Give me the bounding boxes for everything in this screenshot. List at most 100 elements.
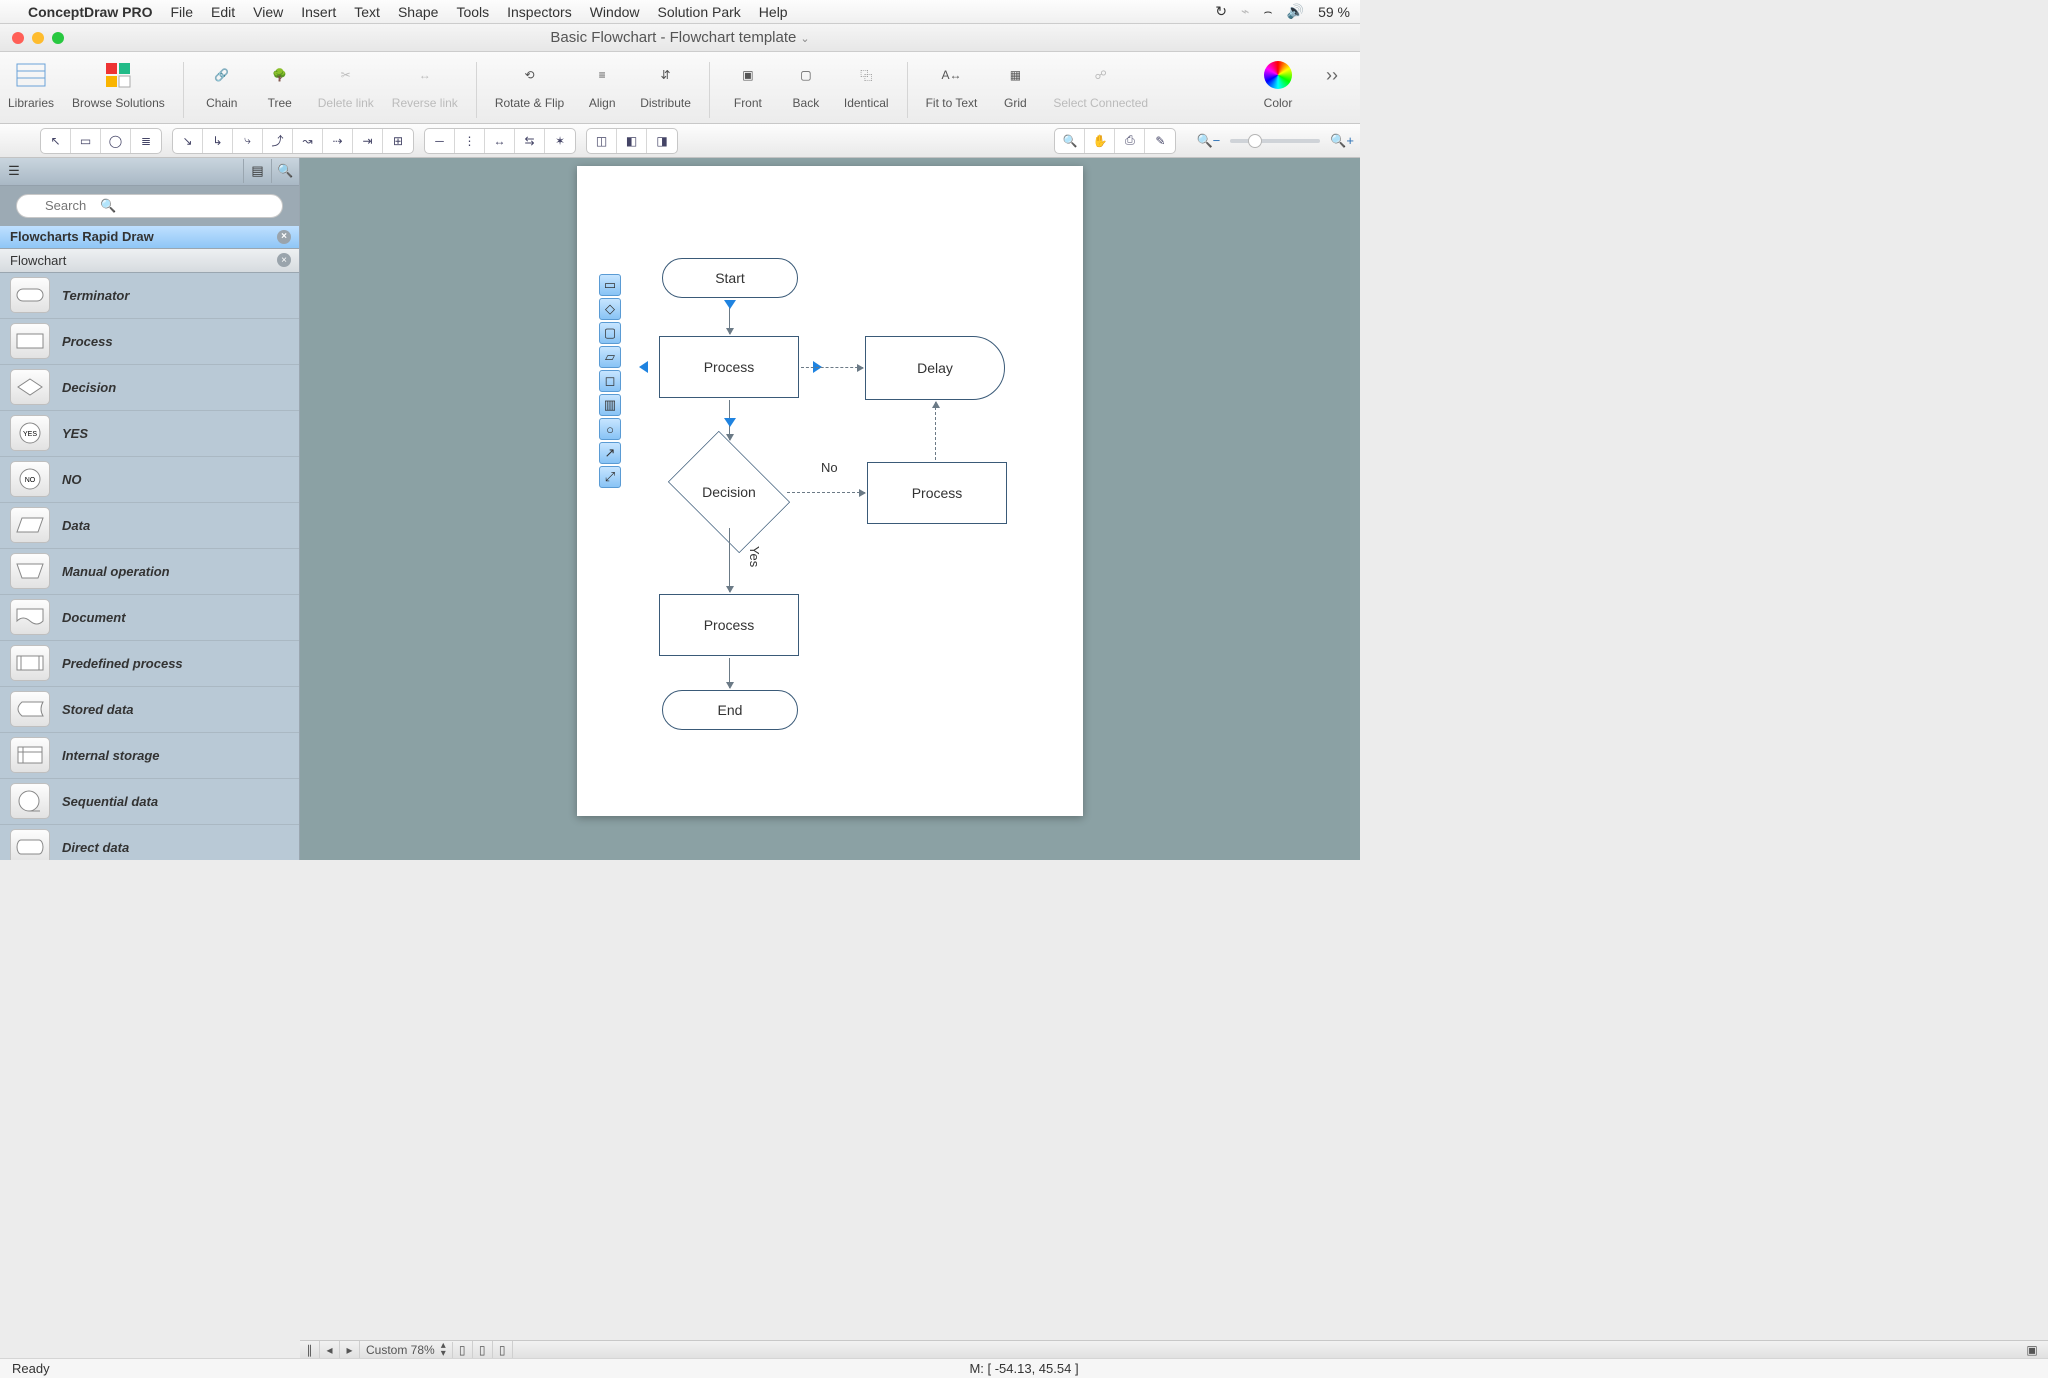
back-button[interactable]: ▢Back <box>786 58 826 110</box>
zoom-readout[interactable]: Custom 78% ▴▾ <box>360 1342 453 1358</box>
library-header-rapid[interactable]: Flowcharts Rapid Draw × <box>0 226 299 250</box>
pan-tool[interactable]: ✋ <box>1085 129 1115 153</box>
zoom-tool[interactable]: 🔍 <box>1055 129 1085 153</box>
zoom-out-icon[interactable]: 🔍− <box>1196 133 1220 149</box>
node-decision[interactable]: Decision <box>659 442 799 542</box>
libraries-button[interactable]: Libraries <box>8 58 54 110</box>
shape-direct-data[interactable]: Direct data <box>0 825 299 860</box>
connector-7[interactable]: ⇥ <box>353 129 383 153</box>
node-start[interactable]: Start <box>662 258 798 298</box>
menu-file[interactable]: File <box>170 4 193 20</box>
sidebar-search-input[interactable] <box>16 194 283 218</box>
node-2[interactable]: ◧ <box>617 129 647 153</box>
close-icon[interactable]: × <box>277 253 291 267</box>
prev-page-button[interactable]: ◂ <box>320 1341 340 1358</box>
color-button[interactable]: Color <box>1258 58 1298 110</box>
shape-sequential-data[interactable]: Sequential data <box>0 779 299 825</box>
node-1[interactable]: ◫ <box>587 129 617 153</box>
handle-down[interactable] <box>724 418 736 427</box>
shape-yes[interactable]: YESYES <box>0 411 299 457</box>
arrange-5[interactable]: ✶ <box>545 129 575 153</box>
grid-button[interactable]: ▦Grid <box>995 58 1035 110</box>
menu-solution-park[interactable]: Solution Park <box>658 4 741 20</box>
arrow-process2-delay[interactable] <box>935 402 936 460</box>
shape-stored-data[interactable]: Stored data <box>0 687 299 733</box>
zoom-slider-knob[interactable] <box>1248 134 1262 148</box>
rect-tool[interactable]: ▭ <box>71 129 101 153</box>
shape-document[interactable]: Document <box>0 595 299 641</box>
qp-diamond[interactable]: ◇ <box>599 298 621 320</box>
connector-5[interactable]: ↝ <box>293 129 323 153</box>
arrange-4[interactable]: ⇆ <box>515 129 545 153</box>
menu-help[interactable]: Help <box>759 4 788 20</box>
shape-internal-storage[interactable]: Internal storage <box>0 733 299 779</box>
fit-to-text-button[interactable]: A↔Fit to Text <box>926 58 978 110</box>
zoom-in-icon[interactable]: 🔍+ <box>1330 133 1354 149</box>
shape-predefined[interactable]: Predefined process <box>0 641 299 687</box>
chain-button[interactable]: 🔗Chain <box>202 58 242 110</box>
zoom-slider[interactable] <box>1230 139 1320 143</box>
qp-expand[interactable]: ⤢ <box>599 466 621 488</box>
arrange-3[interactable]: ↔ <box>485 129 515 153</box>
fit-page-icon[interactable]: ▣ <box>2016 1343 2048 1357</box>
pointer-tool[interactable]: ↖ <box>41 129 71 153</box>
sidebar-grid-view-icon[interactable]: ▤ <box>243 159 271 183</box>
arrow-decision-process3[interactable] <box>729 528 730 592</box>
shape-no[interactable]: NONO <box>0 457 299 503</box>
node-process-1[interactable]: Process <box>659 336 799 398</box>
pause-icon[interactable]: ∥ <box>300 1341 320 1358</box>
node-process-2[interactable]: Process <box>867 462 1007 524</box>
qp-arrow[interactable]: ↗ <box>599 442 621 464</box>
ellipse-tool[interactable]: ◯ <box>101 129 131 153</box>
qp-circle[interactable]: ○ <box>599 418 621 440</box>
document-title[interactable]: Basic Flowchart - Flowchart template⌄ <box>550 29 809 46</box>
sidebar-outline-icon[interactable]: ☰ <box>0 159 28 183</box>
zoom-window-button[interactable] <box>52 32 64 44</box>
menu-text[interactable]: Text <box>354 4 380 20</box>
tree-button[interactable]: 🌳Tree <box>260 58 300 110</box>
arrow-process3-end[interactable] <box>729 658 730 688</box>
connector-8[interactable]: ⊞ <box>383 129 413 153</box>
qp-pre[interactable]: ▥ <box>599 394 621 416</box>
menu-inspectors[interactable]: Inspectors <box>507 4 572 20</box>
arrow-decision-process2[interactable] <box>787 492 865 493</box>
close-icon[interactable]: × <box>277 230 291 244</box>
shape-manual-op[interactable]: Manual operation <box>0 549 299 595</box>
arrange-2[interactable]: ⋮ <box>455 129 485 153</box>
qp-doc[interactable]: ◻ <box>599 370 621 392</box>
shape-decision[interactable]: Decision <box>0 365 299 411</box>
browse-solutions-button[interactable]: Browse Solutions <box>72 58 165 110</box>
connector-4[interactable]: ⤴ <box>263 129 293 153</box>
page[interactable]: ▭ ◇ ▢ ▱ ◻ ▥ ○ ↗ ⤢ Start Process Delay <box>577 166 1083 816</box>
qp-para[interactable]: ▱ <box>599 346 621 368</box>
front-button[interactable]: ▣Front <box>728 58 768 110</box>
identical-button[interactable]: ⿻Identical <box>844 58 889 110</box>
align-button[interactable]: ≡Align <box>582 58 622 110</box>
handle-down[interactable] <box>724 300 736 309</box>
shape-terminator[interactable]: Terminator <box>0 273 299 319</box>
canvas-area[interactable]: ▭ ◇ ▢ ▱ ◻ ▥ ○ ↗ ⤢ Start Process Delay <box>300 158 1360 860</box>
text-tool[interactable]: ≣ <box>131 129 161 153</box>
distribute-button[interactable]: ⇵Distribute <box>640 58 691 110</box>
eyedropper-tool[interactable]: ✎ <box>1145 129 1175 153</box>
wifi-icon[interactable]: ⌢ <box>1263 3 1272 20</box>
sync-icon[interactable]: ↻ <box>1215 3 1227 20</box>
sidebar-search-icon[interactable]: 🔍 <box>271 159 299 183</box>
connector-2[interactable]: ↳ <box>203 129 233 153</box>
menu-view[interactable]: View <box>253 4 283 20</box>
menu-edit[interactable]: Edit <box>211 4 235 20</box>
print-area-tool[interactable]: ⎙ <box>1115 129 1145 153</box>
menu-insert[interactable]: Insert <box>301 4 336 20</box>
connector-1[interactable]: ↘ <box>173 129 203 153</box>
minimize-window-button[interactable] <box>32 32 44 44</box>
library-header-flowchart[interactable]: Flowchart × <box>0 249 299 273</box>
page-thumb-2[interactable]: ▯ <box>473 1341 493 1358</box>
stepper-icon[interactable]: ▴▾ <box>441 1342 446 1358</box>
page-thumb-1[interactable]: ▯ <box>453 1341 473 1358</box>
close-window-button[interactable] <box>12 32 24 44</box>
node-delay[interactable]: Delay <box>865 336 1005 400</box>
rotate-flip-button[interactable]: ⟲Rotate & Flip <box>495 58 564 110</box>
handle-left[interactable] <box>639 361 648 373</box>
shape-process[interactable]: Process <box>0 319 299 365</box>
app-name[interactable]: ConceptDraw PRO <box>28 4 152 20</box>
